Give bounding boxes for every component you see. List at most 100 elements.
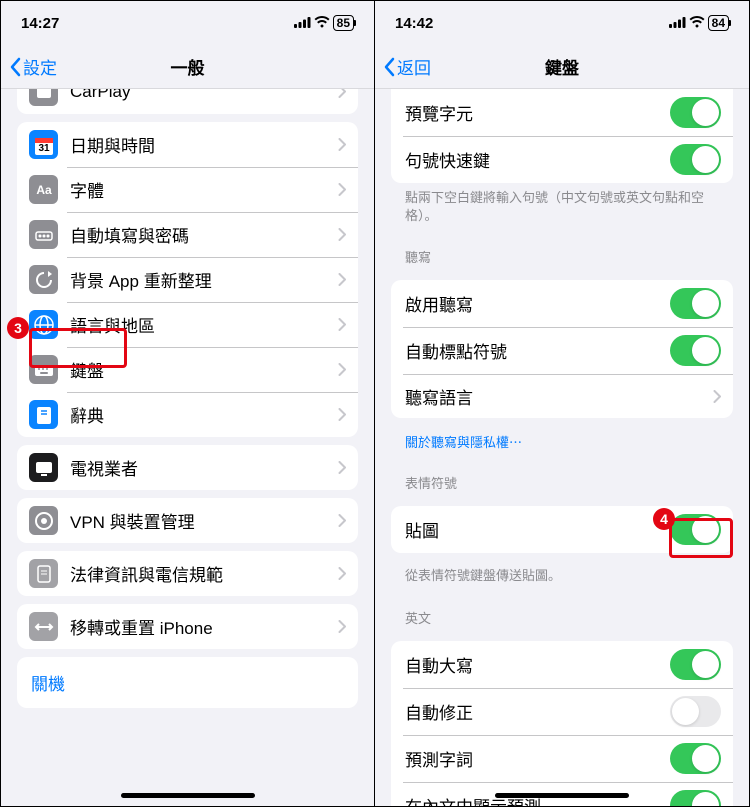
chevron-right-icon	[338, 514, 346, 527]
row-label: VPN 與裝置管理	[70, 508, 338, 533]
row-setting[interactable]: 貼圖	[391, 506, 733, 553]
row-label: 貼圖	[405, 517, 670, 542]
row-tv[interactable]: 電視業者	[17, 445, 358, 490]
row-label: 自動修正	[405, 699, 670, 724]
content-scroll[interactable]: CarPlay 31 日期與時間 Aa 字體自動填寫與密碼背景 App 重新整理語言與地…	[1, 89, 374, 806]
chevron-right-icon	[338, 228, 346, 241]
toggle-switch[interactable]	[670, 790, 721, 806]
footnote: 從表情符號鍵盤傳送貼圖。	[375, 561, 749, 591]
wifi-icon	[689, 15, 705, 32]
vpn-icon	[29, 506, 58, 535]
chevron-right-icon	[338, 273, 346, 286]
row-label: 移轉或重置 iPhone	[70, 614, 338, 639]
signal-icon	[669, 15, 686, 32]
keyboard-icon	[29, 355, 58, 384]
toggle-switch[interactable]	[670, 288, 721, 319]
row-legal[interactable]: 法律資訊與電信規範	[17, 551, 358, 596]
row-keyboard[interactable]: 鍵盤	[17, 347, 358, 392]
row-transfer[interactable]: 移轉或重置 iPhone	[17, 604, 358, 649]
row-vpn[interactable]: VPN 與裝置管理	[17, 498, 358, 543]
refresh-icon	[29, 265, 58, 294]
toggle-switch[interactable]	[670, 514, 721, 545]
chevron-right-icon	[338, 183, 346, 196]
settings-group: CarPlay	[17, 89, 358, 114]
footnote: 點兩下空白鍵將輸入句號（中文句號或英文句點和空格）。	[375, 183, 749, 231]
row-label: 預覽字元	[405, 100, 670, 125]
toggle-switch[interactable]	[670, 335, 721, 366]
row-refresh[interactable]: 背景 App 重新整理	[17, 257, 358, 302]
row-setting[interactable]: 啟用聽寫	[391, 280, 733, 327]
row-label: 辭典	[70, 402, 338, 427]
row-label: 聽寫語言	[405, 384, 713, 409]
toggle-switch[interactable]	[670, 743, 721, 774]
row-calendar[interactable]: 31 日期與時間	[17, 122, 358, 167]
row-setting[interactable]: 自動大寫	[391, 641, 733, 688]
row-label: 預測字詞	[405, 746, 670, 771]
row-label: 電視業者	[70, 455, 338, 480]
back-button[interactable]: 設定	[1, 54, 57, 79]
chevron-left-icon	[9, 57, 21, 77]
tv-icon	[29, 453, 58, 482]
row-label: 日期與時間	[70, 132, 338, 157]
legal-icon	[29, 559, 58, 588]
settings-group: VPN 與裝置管理	[17, 498, 358, 543]
nav-title: 一般	[171, 54, 205, 79]
section-header: 聽寫	[375, 231, 749, 272]
row-dictionary[interactable]: 辭典	[17, 392, 358, 437]
settings-group: 31 日期與時間 Aa 字體自動填寫與密碼背景 App 重新整理語言與地區鍵盤辭典	[17, 122, 358, 437]
signal-icon	[294, 15, 311, 32]
settings-group: 法律資訊與電信規範	[17, 551, 358, 596]
row-label: 鍵盤	[70, 357, 338, 382]
back-button[interactable]: 返回	[375, 54, 431, 79]
chevron-right-icon	[338, 318, 346, 331]
row-fonts[interactable]: Aa 字體	[17, 167, 358, 212]
nav-title: 鍵盤	[545, 54, 579, 79]
row-autofill[interactable]: 自動填寫與密碼	[17, 212, 358, 257]
status-time: 14:27	[21, 15, 59, 32]
toggle-switch[interactable]	[670, 144, 721, 175]
autofill-icon	[29, 220, 58, 249]
row-setting[interactable]: 自動修正	[391, 688, 733, 735]
status-time: 14:42	[395, 15, 433, 32]
row-label: 背景 App 重新整理	[70, 267, 338, 292]
right-pane: 14:42 84 返回 鍵盤 預覽字元句號快速鍵點兩下空白鍵將輸入句號（中文句號…	[375, 1, 749, 806]
row-setting[interactable]: 聽寫語言	[391, 374, 733, 418]
row-setting[interactable]: 自動標點符號	[391, 327, 733, 374]
section-header: 表情符號	[375, 457, 749, 498]
section-header: 英文	[375, 592, 749, 633]
row-label: 句號快速鍵	[405, 147, 670, 172]
shutdown-link[interactable]: 關機	[17, 657, 358, 708]
row-globe[interactable]: 語言與地區	[17, 302, 358, 347]
toggle-switch[interactable]	[670, 97, 721, 128]
carplay-icon	[29, 89, 58, 106]
svg-text:Aa: Aa	[36, 183, 52, 197]
row-label: CarPlay	[70, 89, 338, 102]
highlight-badge-4: 4	[653, 508, 675, 530]
toggle-switch[interactable]	[670, 696, 721, 727]
status-bar: 14:42 84	[375, 1, 749, 45]
chevron-right-icon	[338, 89, 346, 98]
row-setting[interactable]: 預測字詞	[391, 735, 733, 782]
svg-text:31: 31	[38, 143, 50, 154]
toggle-switch[interactable]	[670, 649, 721, 680]
chevron-right-icon	[338, 567, 346, 580]
content-scroll[interactable]: 預覽字元句號快速鍵點兩下空白鍵將輸入句號（中文句號或英文句點和空格）。聽寫啟用聽…	[375, 89, 749, 806]
calendar-icon: 31	[29, 130, 58, 159]
row-carplay[interactable]: CarPlay	[17, 89, 358, 114]
nav-bar: 返回 鍵盤	[375, 45, 749, 89]
row-label: 啟用聽寫	[405, 291, 670, 316]
chevron-right-icon	[338, 138, 346, 151]
row-label: 字體	[70, 177, 338, 202]
privacy-link[interactable]: 關於聽寫與隱私權⋯	[375, 426, 749, 457]
battery-icon: 84	[708, 15, 729, 31]
nav-bar: 設定 一般	[1, 45, 374, 89]
settings-group: 電視業者	[17, 445, 358, 490]
home-indicator	[495, 793, 629, 798]
settings-group: 貼圖	[391, 506, 733, 553]
settings-group: 預覽字元句號快速鍵	[391, 89, 733, 183]
row-setting[interactable]: 預覽字元	[391, 89, 733, 136]
chevron-right-icon	[713, 390, 721, 403]
home-indicator	[121, 793, 255, 798]
globe-icon	[29, 310, 58, 339]
row-setting[interactable]: 句號快速鍵	[391, 136, 733, 183]
